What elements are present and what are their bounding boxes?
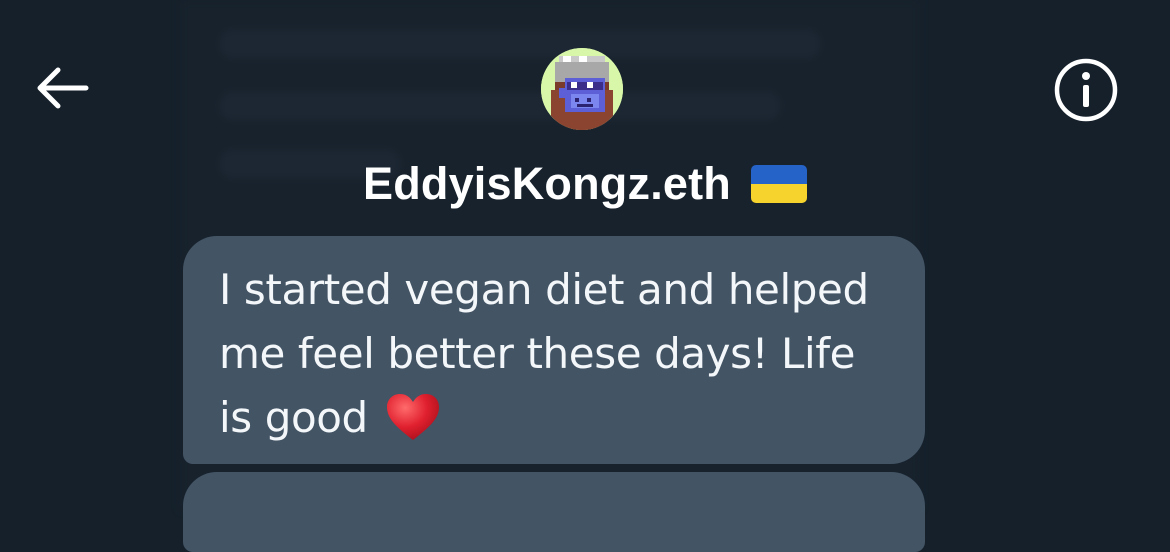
gorilla-avatar-icon bbox=[541, 48, 623, 130]
info-button[interactable] bbox=[1052, 56, 1120, 124]
back-button[interactable] bbox=[32, 60, 92, 116]
ukraine-flag-icon bbox=[751, 165, 807, 203]
avatar[interactable] bbox=[541, 48, 623, 130]
contact-name: EddyisKongz.eth bbox=[362, 158, 731, 209]
arrow-left-icon bbox=[37, 67, 89, 109]
info-icon bbox=[1054, 58, 1118, 122]
message-bubble[interactable]: I started vegan diet and helped me feel … bbox=[183, 236, 925, 464]
message-text: I started vegan diet and helped me feel … bbox=[219, 258, 889, 450]
red-heart-icon bbox=[386, 394, 439, 440]
conversation-header[interactable]: EddyisKongz.eth bbox=[0, 154, 1170, 214]
message-bubble[interactable] bbox=[183, 472, 925, 552]
message-body: I started vegan diet and helped me feel … bbox=[219, 265, 869, 442]
